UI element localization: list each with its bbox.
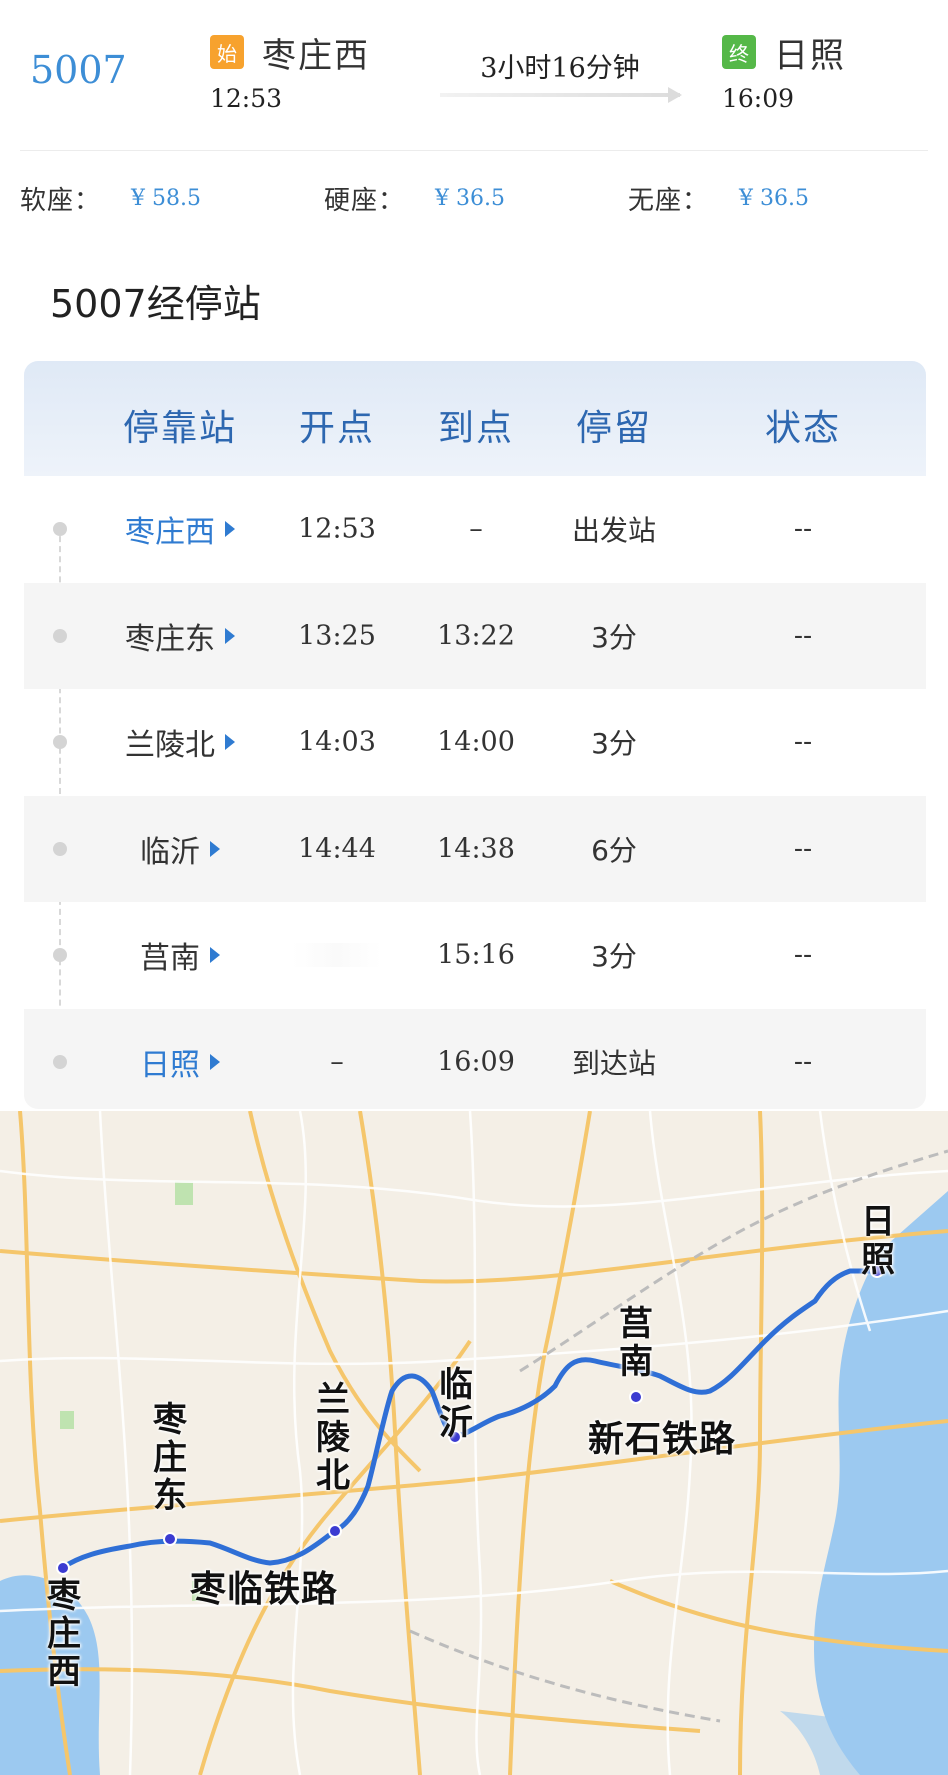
departure-time: 14:44 xyxy=(298,833,376,865)
stop-duration: 到达站 xyxy=(571,1046,657,1080)
status: -- xyxy=(793,726,813,758)
table-body: 枣庄西 12:53 – 出发站 -- 枣庄东 13:25 13:22 3分 --… xyxy=(24,476,926,1109)
arrow-right-icon xyxy=(440,87,682,103)
map-label-lanlingbei: 兰陵北 xyxy=(316,1380,350,1496)
triangle-right-icon xyxy=(225,734,235,751)
stops-title: 5007经停站 xyxy=(50,282,261,326)
departure-time: – xyxy=(330,1046,344,1078)
destination-station: 终 日照 16:09 xyxy=(722,30,846,113)
timeline-dot-icon xyxy=(53,735,67,750)
column-header: 停靠站 xyxy=(122,408,238,449)
map-label-zaozhuangxi: 枣庄西 xyxy=(47,1576,81,1692)
triangle-right-icon xyxy=(210,947,220,964)
fare-no-seat: 无座： ¥ 36.5 xyxy=(628,180,809,217)
fare-list: 软座： ¥ 58.5 硬座： ¥ 36.5 无座： ¥ 36.5 xyxy=(0,180,948,216)
arrival-time: 14:38 xyxy=(437,833,515,865)
destination-station-name: 日照 xyxy=(774,35,846,76)
destination-arrival-time: 16:09 xyxy=(722,84,795,113)
column-header: 开点 xyxy=(298,408,376,449)
arrival-time: 13:22 xyxy=(437,620,515,652)
station-link[interactable]: 枣庄东 xyxy=(125,614,235,658)
column-header: 状态 xyxy=(764,408,842,449)
origin-departure-time: 12:53 xyxy=(210,84,283,113)
park-area xyxy=(60,1411,74,1429)
map-label-zaozhuangdong: 枣庄东 xyxy=(153,1400,187,1516)
stop-duration: 3分 xyxy=(591,727,637,761)
map-label-linyi: 临沂 xyxy=(439,1365,473,1443)
park-area xyxy=(175,1181,193,1205)
station-link[interactable]: 枣庄西 xyxy=(125,507,235,551)
station-marker[interactable] xyxy=(629,1390,643,1404)
fare-label: 硬座： xyxy=(324,186,406,216)
triangle-right-icon xyxy=(225,521,235,538)
train-summary-card: 5007 始 枣庄西 12:53 3小时16分钟 终 日照 16:09 xyxy=(0,0,948,150)
fare-price: ¥ 36.5 xyxy=(739,186,809,211)
map-label-xinshi-railway: 新石铁路 xyxy=(588,1419,737,1460)
table-header: 停靠站 开点 到点 停留 状态 xyxy=(24,361,926,476)
map-label-zaolin-railway: 枣临铁路 xyxy=(190,1569,339,1610)
travel-duration: 3小时16分钟 xyxy=(480,53,640,84)
stop-duration: 3分 xyxy=(591,620,637,654)
timeline-dot-icon xyxy=(53,522,67,537)
arrival-time: 14:00 xyxy=(437,726,515,758)
triangle-right-icon xyxy=(225,627,235,644)
fare-soft-seat: 软座： ¥ 58.5 xyxy=(20,180,201,217)
table-row: 日照 – 16:09 到达站 -- xyxy=(24,1008,926,1109)
departure-time: 13:25 xyxy=(298,620,376,652)
fare-label: 无座： xyxy=(628,186,710,216)
arrival-time: 16:09 xyxy=(437,1046,515,1078)
route-map[interactable]: 枣庄西 枣庄东 兰陵北 临沂 莒南 日照 枣临铁路 新石铁路 xyxy=(0,1111,948,1775)
status: -- xyxy=(793,513,813,545)
triangle-right-icon xyxy=(210,1053,220,1070)
station-link[interactable]: 日照 xyxy=(140,1040,220,1084)
fare-price: ¥ 36.5 xyxy=(435,186,505,211)
arrival-time: – xyxy=(469,513,483,545)
departure-time xyxy=(292,943,382,968)
station-link[interactable]: 莒南 xyxy=(140,933,220,977)
origin-station-name: 枣庄西 xyxy=(262,35,370,76)
stop-duration: 3分 xyxy=(591,940,637,974)
stop-duration: 出发站 xyxy=(571,514,657,548)
timeline-dot-icon xyxy=(53,1054,67,1069)
table-row: 兰陵北 14:03 14:00 3分 -- xyxy=(24,689,926,796)
divider xyxy=(20,150,928,151)
departure-time: 12:53 xyxy=(298,513,376,545)
stops-table: 停靠站 开点 到点 停留 状态 枣庄西 12:53 – 出发站 -- 枣庄东 1… xyxy=(24,361,926,1109)
timeline-dot-icon xyxy=(53,841,67,856)
fare-label: 软座： xyxy=(20,186,102,216)
station-marker[interactable] xyxy=(56,1561,70,1575)
fare-hard-seat: 硬座： ¥ 36.5 xyxy=(324,180,505,217)
station-marker[interactable] xyxy=(328,1524,342,1538)
column-header: 到点 xyxy=(437,408,515,449)
timeline-dot-icon xyxy=(53,628,67,643)
map-label-junan: 莒南 xyxy=(619,1304,653,1382)
station-link[interactable]: 兰陵北 xyxy=(125,720,235,764)
map-background xyxy=(0,1111,948,1775)
fare-price: ¥ 58.5 xyxy=(131,186,201,211)
train-number: 5007 xyxy=(30,48,127,92)
origin-station: 始 枣庄西 12:53 xyxy=(210,30,370,113)
table-row: 枣庄西 12:53 – 出发站 -- xyxy=(24,476,926,583)
arrival-time: 15:16 xyxy=(437,939,515,971)
start-badge: 始 xyxy=(210,35,244,69)
table-row: 临沂 14:44 14:38 6分 -- xyxy=(24,795,926,902)
road-network xyxy=(0,1111,948,1775)
triangle-right-icon xyxy=(210,840,220,857)
status: -- xyxy=(793,1046,813,1078)
status: -- xyxy=(793,939,813,971)
status: -- xyxy=(793,833,813,865)
map-label-rizhao: 日照 xyxy=(861,1202,895,1280)
station-marker[interactable] xyxy=(163,1532,177,1546)
column-header: 停留 xyxy=(575,408,653,449)
timeline-dot-icon xyxy=(53,948,67,963)
departure-time: 14:03 xyxy=(298,726,376,758)
table-row: 枣庄东 13:25 13:22 3分 -- xyxy=(24,582,926,689)
status: -- xyxy=(793,620,813,652)
end-badge: 终 xyxy=(722,35,756,69)
stop-duration: 6分 xyxy=(591,833,637,867)
table-row: 莒南 15:16 3分 -- xyxy=(24,902,926,1009)
station-link[interactable]: 临沂 xyxy=(140,827,220,871)
